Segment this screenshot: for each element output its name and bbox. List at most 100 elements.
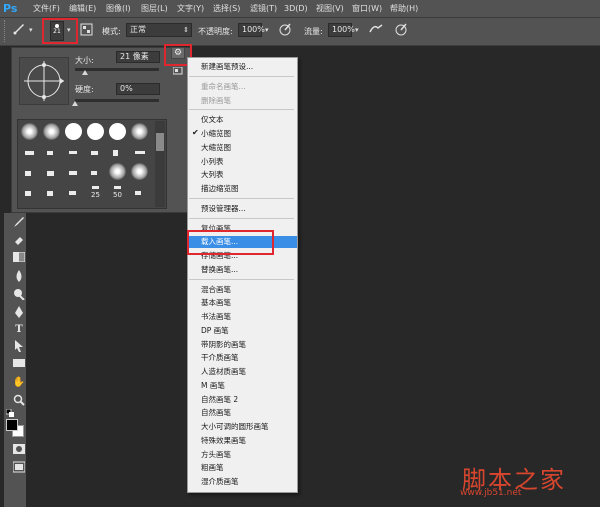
airbrush-icon[interactable] [368, 22, 384, 36]
menu-item[interactable]: 大列表 [201, 168, 224, 182]
brush-tip[interactable] [86, 122, 105, 141]
menu-item[interactable]: 新建画笔预设... [201, 60, 253, 74]
menu-item[interactable]: 粗画笔 [201, 461, 224, 475]
brush-tip[interactable] [20, 144, 39, 163]
brush-tip[interactable]: 25 [86, 182, 105, 201]
menu-layer[interactable]: 图层(L) [141, 0, 168, 17]
menu-select[interactable]: 选择(S) [213, 0, 240, 17]
menu-filter[interactable]: 滤镜(T) [250, 0, 277, 17]
tool-preset-chevron-icon[interactable]: ▾ [29, 26, 33, 34]
brush-angle-preview[interactable] [19, 57, 69, 105]
brush-tool-icon[interactable] [12, 216, 26, 230]
menu-image[interactable]: 图像(I) [106, 0, 131, 17]
brush-tip[interactable] [108, 122, 127, 141]
checkmark-icon: ✔ [192, 128, 199, 137]
blur-tool-icon[interactable] [12, 270, 26, 284]
brush-tip[interactable] [42, 144, 61, 163]
menu-item[interactable]: 人造材质画笔 [201, 365, 246, 379]
brush-preset-picker[interactable]: 21 [50, 21, 64, 41]
hand-tool-icon[interactable]: ✋ [12, 376, 26, 390]
gear-menu-button[interactable]: ⚙ [171, 47, 185, 59]
brush-tip[interactable] [42, 122, 61, 141]
brush-tip[interactable] [42, 184, 61, 203]
menu-help[interactable]: 帮助(H) [390, 0, 418, 17]
brush-grid-scroll-thumb[interactable] [156, 133, 164, 151]
opacity-input[interactable]: 100% [238, 23, 265, 37]
menu-item[interactable]: 干介质画笔 [201, 351, 239, 365]
brush-tip[interactable] [64, 164, 83, 183]
brush-tool-icon[interactable] [12, 22, 26, 38]
gradient-tool-icon[interactable] [12, 251, 26, 266]
pressure-opacity-icon[interactable] [278, 22, 292, 36]
menu-item[interactable]: DP 画笔 [201, 324, 229, 338]
type-tool-icon[interactable]: T [12, 323, 26, 337]
hardness-slider-thumb[interactable] [72, 101, 78, 106]
new-preset-icon[interactable] [172, 66, 183, 75]
quick-mask-icon[interactable] [12, 443, 26, 457]
menu-window[interactable]: 窗口(W) [352, 0, 382, 17]
opacity-chevron-icon[interactable]: ▾ [265, 26, 269, 34]
grip-handle [4, 20, 10, 42]
menu-item[interactable]: 大缩览图 [201, 141, 231, 155]
menu-edit[interactable]: 编辑(E) [69, 0, 96, 17]
brush-tip[interactable] [108, 144, 127, 163]
brush-tip[interactable] [64, 144, 83, 163]
menu-item[interactable]: 替换画笔... [201, 263, 238, 277]
pressure-size-icon[interactable] [394, 22, 408, 36]
menu-item[interactable]: 方头画笔 [201, 448, 231, 462]
menu-item[interactable]: 混合画笔 [201, 283, 231, 297]
menu-file[interactable]: 文件(F) [33, 0, 60, 17]
brush-tip[interactable] [108, 162, 127, 181]
menu-item[interactable]: 带阴影的画笔 [201, 338, 246, 352]
foreground-color-swatch[interactable] [6, 419, 18, 431]
screen-mode-icon[interactable] [12, 461, 26, 475]
brush-tip[interactable] [42, 164, 61, 183]
brush-tip[interactable]: 50 [108, 182, 127, 201]
path-selection-tool-icon[interactable] [12, 340, 26, 354]
size-slider-thumb[interactable] [82, 70, 89, 75]
brush-tip[interactable] [130, 162, 149, 181]
menu-item[interactable]: 描边缩览图 [201, 182, 239, 196]
flow-input[interactable]: 100% [328, 23, 355, 37]
brush-tip[interactable] [86, 144, 105, 163]
mode-select-chevron-icon: ⇕ [183, 26, 189, 34]
menu-type[interactable]: 文字(Y) [177, 0, 204, 17]
mode-select[interactable]: 正常 ⇕ [126, 23, 192, 37]
default-colors-icon[interactable] [5, 408, 16, 417]
brush-tip[interactable] [20, 122, 39, 141]
dodge-tool-icon[interactable] [12, 288, 26, 302]
pen-tool-icon[interactable] [12, 306, 26, 320]
menu-item[interactable]: 小列表 [201, 155, 224, 169]
brush-tip[interactable] [20, 164, 39, 183]
eraser-tool-icon[interactable] [12, 234, 26, 248]
brush-tip[interactable] [86, 164, 105, 183]
menu-item[interactable]: 小缩览图 [201, 127, 231, 141]
menu-item[interactable]: 自然画笔 2 [201, 393, 238, 407]
menu-item[interactable]: 特殊效果画笔 [201, 434, 246, 448]
hardness-slider-track[interactable] [75, 99, 159, 102]
flow-chevron-icon[interactable]: ▾ [355, 26, 359, 34]
brush-tip[interactable] [20, 184, 39, 203]
brush-picker-chevron-icon[interactable]: ▾ [67, 26, 71, 34]
menu-item[interactable]: 自然画笔 [201, 406, 231, 420]
menu-item[interactable]: 预设管理器... [201, 202, 246, 216]
size-input[interactable]: 21 像素 [116, 51, 160, 63]
menu-item[interactable]: 湿介质画笔 [201, 475, 239, 489]
brush-tip[interactable] [130, 122, 149, 141]
brush-tip[interactable] [64, 184, 83, 203]
menu-view[interactable]: 视图(V) [316, 0, 344, 17]
flow-label: 流量: [304, 27, 323, 36]
rectangle-tool-icon[interactable] [12, 358, 26, 372]
menu-item[interactable]: 大小可调的圆形画笔 [201, 420, 269, 434]
zoom-tool-icon[interactable] [12, 394, 26, 408]
menu-item[interactable]: 仅文本 [201, 113, 224, 127]
brush-panel-toggle-icon[interactable] [80, 23, 93, 36]
menu-item[interactable]: M 画笔 [201, 379, 225, 393]
brush-tip[interactable] [64, 122, 83, 141]
menu-item[interactable]: 书法画笔 [201, 310, 231, 324]
hardness-input[interactable]: 0% [116, 83, 160, 95]
menu-3d[interactable]: 3D(D) [284, 0, 308, 17]
brush-tip[interactable] [130, 184, 149, 203]
brush-tip[interactable] [130, 144, 149, 163]
menu-item[interactable]: 基本画笔 [201, 296, 231, 310]
